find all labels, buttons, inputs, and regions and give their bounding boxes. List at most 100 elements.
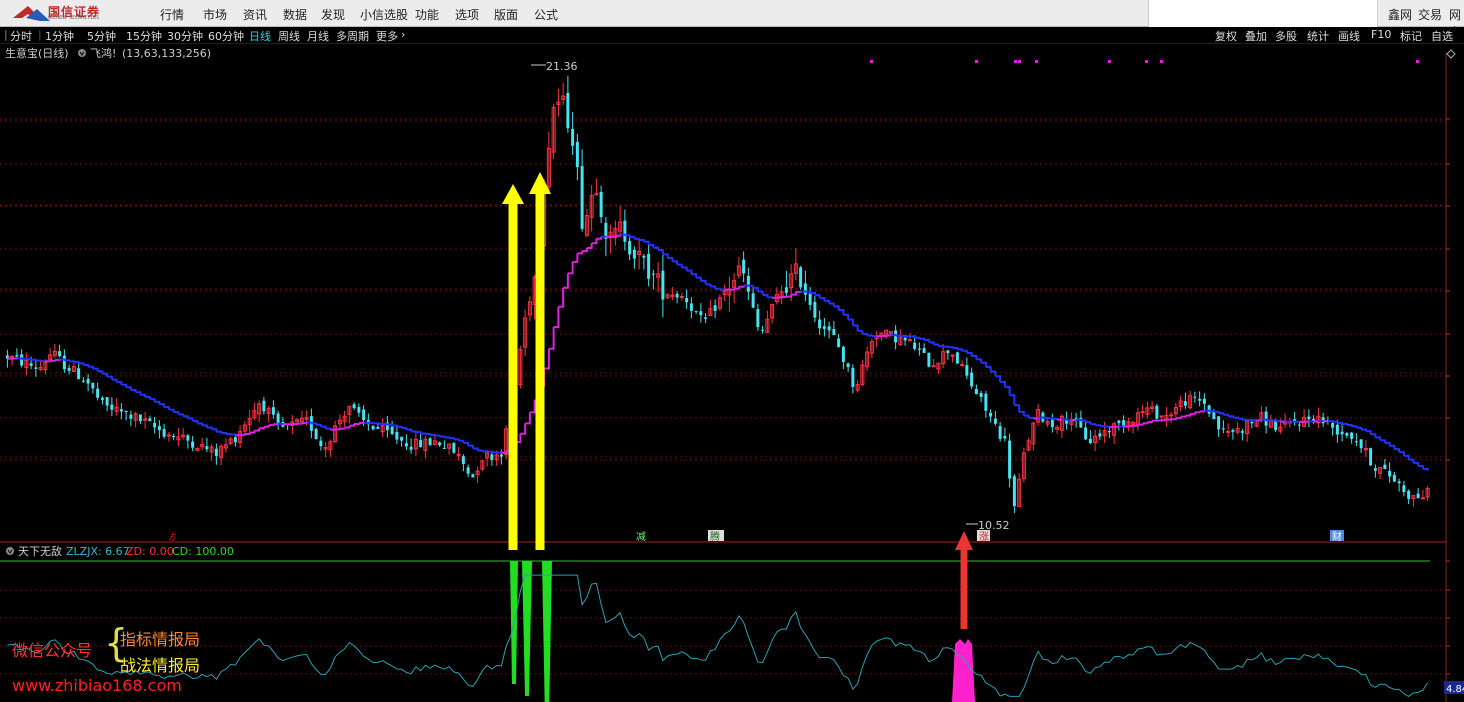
btn-mark[interactable]: 标记	[1400, 28, 1422, 44]
period-5min[interactable]: 5分钟	[87, 28, 116, 44]
diamond-icon[interactable]	[1446, 49, 1456, 59]
candle	[922, 343, 926, 354]
ma-segment	[1270, 419, 1277, 422]
candle	[556, 88, 561, 117]
menu-news[interactable]: 资讯	[243, 6, 267, 23]
ma-segment	[1033, 417, 1040, 420]
ma-segment	[301, 422, 308, 425]
ma-segment	[957, 348, 964, 351]
candle	[685, 289, 689, 309]
candle	[837, 333, 841, 348]
candle	[271, 400, 275, 419]
candle	[242, 421, 247, 435]
candle	[475, 466, 480, 484]
ma-segment	[164, 406, 170, 410]
chart-area[interactable]: 生意宝(日线) 飞鸿! (13,63,133,256) 21.36 10.52 …	[0, 44, 1464, 702]
menu-stock-picker[interactable]: 小信选股	[360, 6, 408, 23]
ma-segment	[1422, 467, 1429, 471]
signal-dots	[870, 60, 1419, 63]
menu-layout[interactable]: 版面	[494, 6, 518, 23]
ma-segment	[1389, 444, 1396, 450]
menu-discover[interactable]: 发现	[321, 6, 345, 23]
ma-segment	[396, 425, 403, 428]
menu-quotes[interactable]: 行情	[160, 6, 184, 23]
candle	[1112, 421, 1117, 445]
candle	[898, 329, 903, 346]
ma-segment	[943, 345, 949, 348]
ma-segment	[548, 326, 555, 350]
candle	[409, 438, 413, 454]
marker-rise: 涨	[979, 531, 989, 543]
ma-segment	[339, 427, 346, 430]
menu-xinwang[interactable]: 鑫网	[1388, 6, 1412, 23]
candle	[679, 292, 684, 301]
btn-multistock[interactable]: 多股	[1275, 28, 1297, 44]
ma-segment	[620, 233, 626, 236]
btn-overlay[interactable]: 叠加	[1245, 28, 1267, 44]
ma-segment	[710, 285, 717, 289]
menu-data[interactable]: 数据	[283, 6, 307, 23]
signal-dot	[1108, 60, 1111, 63]
watermark-line1: 指标情报局	[120, 630, 201, 649]
btn-stats[interactable]: 统计	[1307, 28, 1329, 44]
candle	[689, 297, 693, 319]
watermark-url: www.zhibiao168.com	[12, 676, 182, 695]
candle	[323, 441, 328, 458]
candle	[632, 246, 636, 269]
candle	[527, 296, 532, 322]
ma-segment	[629, 235, 636, 239]
menu-market[interactable]: 市场	[203, 6, 227, 23]
period-60min[interactable]: 60分钟	[208, 28, 244, 44]
period-weekly[interactable]: 周线	[278, 28, 300, 44]
period-monthly[interactable]: 月线	[307, 28, 329, 44]
ma-segment	[159, 403, 166, 408]
marker-finance: 财	[1332, 530, 1342, 543]
candle	[257, 400, 262, 423]
ma-segment	[852, 324, 859, 331]
ma-segment	[240, 433, 246, 436]
period-30min[interactable]: 30分钟	[167, 28, 203, 44]
ma-segment	[50, 359, 56, 362]
ma-segment	[325, 427, 332, 430]
candle	[580, 149, 584, 232]
ma-segment	[881, 334, 888, 337]
period-intraday[interactable]: 分时	[10, 28, 32, 44]
marker-reduce: 减	[636, 531, 646, 543]
candle	[1250, 421, 1254, 429]
menu-options[interactable]: 选项	[455, 6, 479, 23]
btn-watchlist[interactable]: 自选	[1431, 28, 1453, 44]
menu-functions[interactable]: 功能	[415, 6, 439, 23]
period-daily[interactable]: 日线	[249, 28, 271, 44]
signal-spikes	[510, 561, 975, 702]
candle	[138, 414, 142, 425]
menu-formula[interactable]: 公式	[534, 6, 558, 23]
candle	[708, 300, 713, 317]
period-more[interactable]: 更多	[376, 28, 398, 44]
menu-trade[interactable]: 交易	[1418, 6, 1442, 23]
candle	[894, 325, 898, 350]
ma-segment	[335, 428, 341, 431]
candle	[1117, 419, 1121, 431]
btn-adjust[interactable]: 复权	[1215, 28, 1237, 44]
period-1min[interactable]: 1分钟	[45, 28, 74, 44]
ma-segment	[173, 411, 180, 415]
period-multi[interactable]: 多周期	[336, 28, 369, 44]
chevron-right-icon[interactable]: ›	[401, 28, 405, 41]
candle	[841, 345, 845, 370]
period-15min[interactable]: 15分钟	[126, 28, 162, 44]
ma-segment	[140, 393, 147, 397]
ma-segment	[586, 243, 593, 249]
ma-segment	[634, 237, 641, 241]
candle	[452, 442, 456, 454]
btn-draw[interactable]: 画线	[1338, 28, 1360, 44]
candle	[96, 382, 100, 401]
candle	[281, 417, 285, 428]
candle	[1378, 467, 1383, 479]
ma-segment	[83, 363, 90, 367]
btn-f10[interactable]: F10	[1371, 28, 1391, 41]
ma-segment	[1365, 430, 1372, 435]
ma-segment	[691, 273, 698, 278]
candle	[1098, 429, 1102, 440]
ma-segment	[909, 335, 916, 338]
sub-indicator-name: 天下无敌	[18, 544, 62, 558]
